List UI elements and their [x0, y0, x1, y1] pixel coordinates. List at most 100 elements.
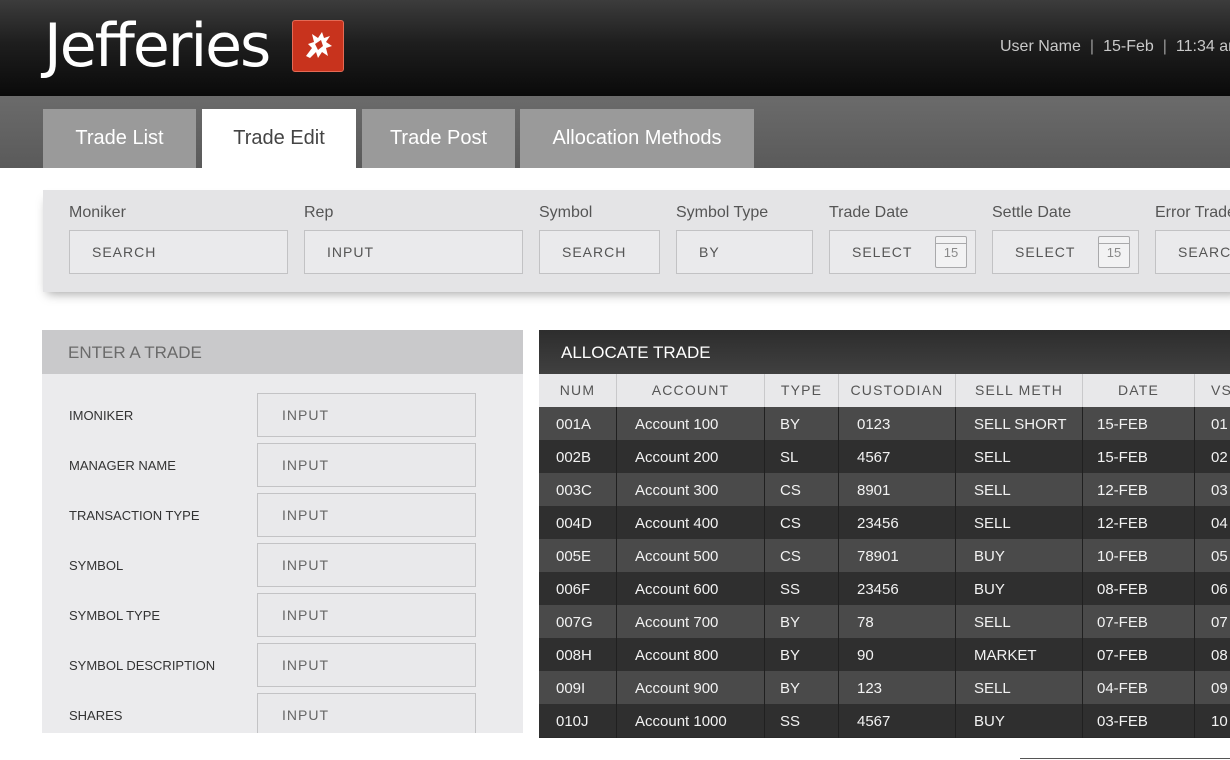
trade-date-picker[interactable]: SELECT 15	[829, 230, 976, 274]
table-cell-custodian: 123	[857, 680, 883, 697]
tab-trade-post[interactable]: Trade Post	[362, 109, 515, 168]
field-label: TRANSACTION TYPE	[69, 508, 200, 523]
transaction-type-input[interactable]: INPUT	[257, 493, 476, 537]
calendar-icon[interactable]: 15	[935, 236, 967, 268]
table-cell-custodian: 90	[857, 647, 874, 664]
rep-input[interactable]: INPUT	[304, 230, 523, 274]
table-cell-date: 04-FEB	[1097, 680, 1148, 697]
table-cell-sell-meth: SELL	[974, 482, 1011, 499]
table-cell-num: 009I	[556, 680, 586, 697]
table-cell-type: BY	[780, 416, 801, 433]
table-cell-custodian: 78901	[857, 548, 899, 565]
enter-trade-title: ENTER A TRADE	[42, 330, 523, 374]
filter-label: Symbol	[539, 204, 593, 221]
table-row[interactable]: 004D Account 400 CS 23456 SELL 12-FEB 04	[539, 506, 1230, 539]
table-row[interactable]: 008H Account 800 BY 90 MARKET 07-FEB 08	[539, 638, 1230, 671]
tab-trade-edit[interactable]: Trade Edit	[202, 109, 356, 168]
form-row: SYMBOL TYPE INPUT	[42, 593, 523, 637]
column-header-num[interactable]: NUM	[539, 374, 617, 407]
page: Jefferies User Name | 15-Feb | 11:34 am Trad…	[0, 0, 1230, 760]
user-info: User Name | 15-Feb | 11:34 am	[1000, 38, 1230, 56]
table-cell-num: 006F	[556, 581, 591, 598]
field-label: SHARES	[69, 708, 123, 723]
column-divider	[616, 407, 617, 738]
column-divider	[1194, 407, 1195, 738]
table-row[interactable]: 002B Account 200 SL 4567 SELL 15-FEB 02	[539, 440, 1230, 473]
table-cell-account: Account 500	[635, 548, 719, 565]
table-row[interactable]: 010J Account 1000 SS 4567 BUY 03-FEB 10	[539, 704, 1230, 737]
column-header-date[interactable]: DATE	[1083, 374, 1195, 407]
table-cell-sell-meth: SELL	[974, 680, 1011, 697]
table-cell-vs: 06	[1211, 581, 1228, 598]
table-cell-sell-meth: SELL SHORT	[974, 416, 1067, 433]
column-header-sell-meth[interactable]: SELL METH	[956, 374, 1083, 407]
table-cell-custodian: 78	[857, 614, 874, 631]
table-cell-custodian: 23456	[857, 581, 899, 598]
filter-symbol-type: Symbol Type BY	[676, 204, 813, 274]
filter-label: Settle Date	[992, 204, 1072, 221]
table-row[interactable]: 003C Account 300 CS 8901 SELL 12-FEB 03	[539, 473, 1230, 506]
table-cell-vs: 05	[1211, 548, 1228, 565]
filter-label: Rep	[304, 204, 334, 221]
table-cell-sell-meth: SELL	[974, 449, 1011, 466]
settle-date-picker[interactable]: SELECT 15	[992, 230, 1139, 274]
table-cell-custodian: 4567	[857, 713, 891, 730]
filter-label: Symbol Type	[676, 204, 769, 221]
symbol-input[interactable]: INPUT	[257, 543, 476, 587]
column-header-vs[interactable]: VS	[1195, 374, 1230, 407]
current-time: 11:34 am	[1175, 38, 1230, 55]
symbol-search-input[interactable]: SEARCH	[539, 230, 660, 274]
tab-bar: Trade List Trade Edit Trade Post Allocat…	[0, 96, 1230, 168]
table-cell-account: Account 700	[635, 614, 719, 631]
error-trade-search-input[interactable]: SEARCH	[1155, 230, 1230, 274]
table-cell-account: Account 900	[635, 680, 719, 697]
table-cell-num: 001A	[556, 416, 592, 433]
manager-name-input[interactable]: INPUT	[257, 443, 476, 487]
imoniker-input[interactable]: INPUT	[257, 393, 476, 437]
table-cell-num: 003C	[556, 482, 592, 499]
column-header-account[interactable]: ACCOUNT	[617, 374, 765, 407]
field-label: MANAGER NAME	[69, 458, 176, 473]
separator: |	[1162, 38, 1167, 55]
table-cell-type: BY	[780, 647, 801, 664]
table-cell-sell-meth: BUY	[974, 713, 1005, 730]
table-row[interactable]: 006F Account 600 SS 23456 BUY 08-FEB 06	[539, 572, 1230, 605]
filter-bar: Moniker SEARCH Rep INPUT Symbol SEARCH S…	[43, 190, 1230, 292]
filter-label: Trade Date	[829, 204, 909, 221]
user-name[interactable]: User Name	[1000, 38, 1081, 55]
table-row[interactable]: 005E Account 500 CS 78901 BUY 10-FEB 05	[539, 539, 1230, 572]
form-row: SHARES INPUT	[42, 693, 523, 733]
shares-input[interactable]: INPUT	[257, 693, 476, 733]
brand-logo[interactable]: Jefferies	[44, 10, 271, 82]
calendar-day: 15	[943, 245, 959, 260]
table-cell-type: SS	[780, 713, 801, 730]
allocate-trade-panel: ALLOCATE TRADE NUM ACCOUNT TYPE CUSTODIA…	[539, 330, 1230, 738]
column-header-type[interactable]: TYPE	[765, 374, 839, 407]
table-row[interactable]: 009I Account 900 BY 123 SELL 04-FEB 09	[539, 671, 1230, 704]
column-divider	[764, 407, 765, 738]
form-row: IMONIKER INPUT	[42, 393, 523, 437]
table-cell-date: 15-FEB	[1097, 449, 1148, 466]
moniker-search-input[interactable]: SEARCH	[69, 230, 288, 274]
table-cell-type: CS	[780, 548, 801, 565]
tab-trade-list[interactable]: Trade List	[43, 109, 196, 168]
table-cell-date: 08-FEB	[1097, 581, 1148, 598]
table-cell-vs: 10	[1211, 713, 1228, 730]
symbol-type-input[interactable]: INPUT	[257, 593, 476, 637]
table-cell-account: Account 300	[635, 482, 719, 499]
table-cell-type: SS	[780, 581, 801, 598]
symbol-type-select[interactable]: BY	[676, 230, 813, 274]
table-cell-custodian: 4567	[857, 449, 891, 466]
calendar-icon[interactable]: 15	[1098, 236, 1130, 268]
table-row[interactable]: 007G Account 700 BY 78 SELL 07-FEB 07	[539, 605, 1230, 638]
filter-label: Moniker	[69, 204, 126, 221]
table-row[interactable]: 001A Account 100 BY 0123 SELL SHORT 15-FEB 01	[539, 407, 1230, 440]
column-header-custodian[interactable]: CUSTODIAN	[839, 374, 956, 407]
table-cell-date: 03-FEB	[1097, 713, 1148, 730]
tab-allocation-methods[interactable]: Allocation Methods	[520, 109, 754, 168]
table-cell-num: 010J	[556, 713, 589, 730]
symbol-description-input[interactable]: INPUT	[257, 643, 476, 687]
table-cell-account: Account 600	[635, 581, 719, 598]
table-cell-sell-meth: SELL	[974, 515, 1011, 532]
table-cell-date: 12-FEB	[1097, 482, 1148, 499]
